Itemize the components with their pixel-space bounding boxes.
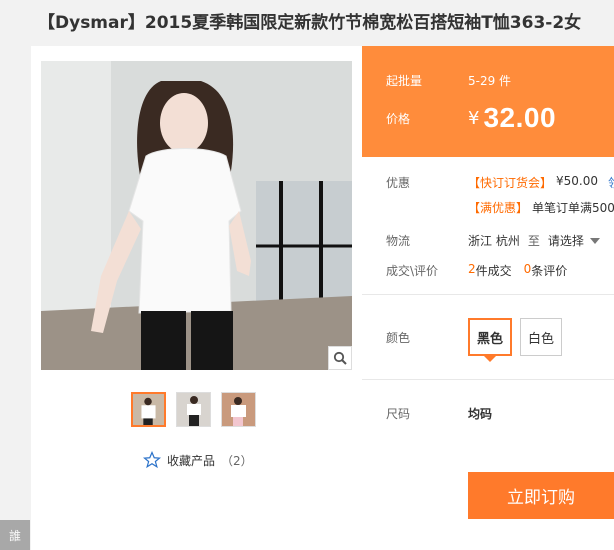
destination-select[interactable]: 请选择	[548, 232, 600, 249]
color-row: 颜色 黑色 白色	[386, 318, 570, 362]
main-product-image[interactable]	[41, 61, 352, 370]
promo-text: ¥50.00	[556, 174, 599, 188]
min-order-label: 起批量	[386, 74, 423, 88]
color-label: 颜色	[386, 330, 411, 345]
promotions-label: 优惠	[386, 176, 411, 190]
sold-count: 2	[468, 262, 476, 276]
zoom-icon[interactable]	[328, 346, 352, 370]
price-label: 价格	[386, 111, 411, 126]
thumbnail-strip	[131, 392, 256, 427]
to-word: 至	[527, 234, 540, 248]
price-box: 起批量 5-29 件 价格 ¥ 32.00	[362, 46, 614, 157]
sales-reviews-row: 成交\评价 2 件成交 0 条评价	[386, 262, 567, 279]
color-option-white[interactable]: 白色	[520, 318, 563, 356]
product-photo	[41, 61, 352, 370]
favorite-button[interactable]: 收藏产品 （2）	[143, 451, 253, 469]
promo-tag: 【快订订货会】	[468, 176, 553, 190]
favorite-label: 收藏产品	[167, 453, 216, 468]
color-option-black[interactable]: 黑色	[468, 318, 513, 362]
review-text[interactable]: 条评价	[531, 262, 567, 279]
buy-now-button[interactable]: 立即订购	[468, 472, 614, 519]
promotions-row: 优惠 【快订订货会】 ¥50.00 领取 【满优惠】 单笔订单满500元	[386, 174, 614, 224]
ship-from: 浙江 杭州	[468, 234, 520, 248]
chevron-down-icon	[589, 237, 600, 244]
logistics-label: 物流	[386, 234, 411, 248]
favorite-count: （2）	[221, 453, 253, 468]
destination-select-label: 请选择	[547, 234, 584, 248]
star-icon	[143, 451, 161, 469]
claim-coupon-link[interactable]: 领取	[608, 174, 614, 191]
promo-item: 【快订订货会】 ¥50.00 领取	[468, 174, 614, 191]
promo-text: 单笔订单满500元	[532, 201, 614, 215]
thumbnail-1[interactable]	[131, 392, 166, 427]
product-info-panel: 起批量 5-29 件 价格 ¥ 32.00 优惠 【快订订货会】 ¥50.00 …	[362, 46, 614, 550]
product-gallery: 收藏产品 （2）	[31, 46, 362, 550]
promo-tag: 【满优惠】	[468, 201, 529, 215]
thumbnail-3[interactable]	[221, 392, 256, 427]
size-label: 尺码	[386, 407, 411, 421]
logistics-row: 物流 浙江 杭州 至 请选择	[386, 232, 600, 249]
review-count[interactable]: 0	[524, 262, 532, 276]
page-title: 【Dysmar】2015夏季韩国限定新款竹节棉宽松百搭短袖T恤363-2女	[38, 13, 582, 33]
thumbnail-2[interactable]	[176, 392, 211, 427]
size-value[interactable]: 均码	[468, 405, 492, 422]
promo-item: 【满优惠】 单笔订单满500元	[468, 199, 614, 216]
divider	[362, 294, 614, 295]
divider	[362, 379, 614, 380]
size-row: 尺码 均码	[386, 405, 492, 422]
sold-text: 件成交	[475, 264, 512, 278]
min-order-value: 5-29 件	[468, 74, 512, 88]
sales-reviews-label: 成交\评价	[386, 264, 439, 278]
price-value: 32.00	[483, 102, 557, 133]
watermark-logo: 誰	[0, 520, 30, 550]
currency-symbol: ¥	[468, 107, 480, 129]
